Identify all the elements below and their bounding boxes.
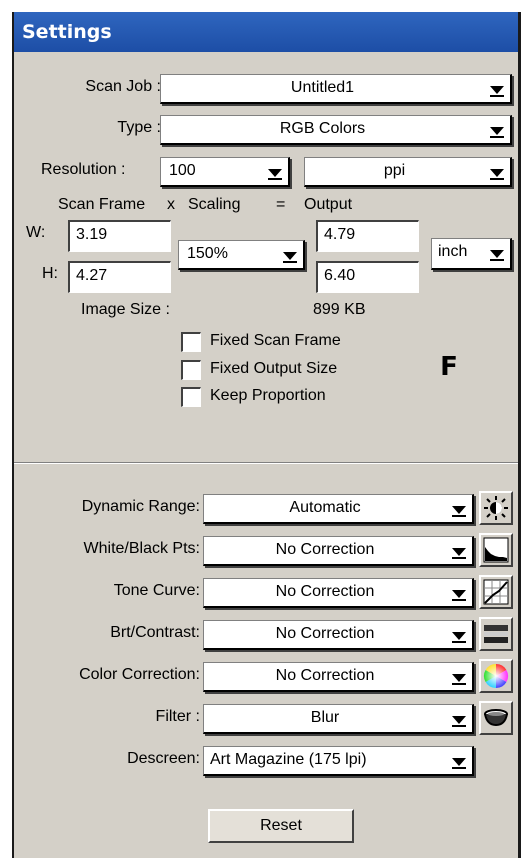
tone-curve-dropdown[interactable]: No Correction xyxy=(203,578,474,608)
descreen-label: Descreen: xyxy=(127,750,200,767)
scan-height-field[interactable]: 4.27 xyxy=(68,261,171,293)
arrow-bar xyxy=(452,599,466,601)
fixed-output-size-label: Fixed Output Size xyxy=(210,360,338,377)
equals-sign: = xyxy=(276,196,286,213)
chevron-down-icon xyxy=(452,758,466,766)
type-value: RGB Colors xyxy=(279,120,366,137)
chevron-down-icon xyxy=(490,250,504,258)
chevron-down-icon xyxy=(490,127,504,135)
brt-contrast-label: Brt/Contrast: xyxy=(110,624,200,641)
resolution-value: 100 xyxy=(169,162,196,179)
arrow-bar xyxy=(452,557,466,559)
arrow-bar xyxy=(268,178,282,180)
color-correction-dropdown[interactable]: No Correction xyxy=(203,662,474,692)
filter-label: Filter : xyxy=(155,708,200,725)
scaling-header: Scaling xyxy=(188,196,241,213)
scaling-dropdown[interactable]: 150% xyxy=(178,240,305,270)
chevron-down-icon xyxy=(490,86,504,94)
tone-curve-value: No Correction xyxy=(275,583,375,600)
descreen-value: Art Magazine (175 lpi) xyxy=(210,751,367,768)
scan-width-field[interactable]: 3.19 xyxy=(68,220,171,252)
settings-panel: Settings Scan Job : Untitled1 Type : RGB… xyxy=(12,12,521,858)
chevron-down-icon xyxy=(452,632,466,640)
resolution-unit-value: ppi xyxy=(383,162,406,179)
scan-frame-header: Scan Frame xyxy=(58,196,146,213)
resolution-unit-dropdown[interactable]: ppi xyxy=(304,157,512,187)
reset-button[interactable]: Reset xyxy=(208,809,354,843)
dynamic-range-value: Automatic xyxy=(289,499,361,516)
chevron-down-icon xyxy=(452,590,466,598)
section-divider xyxy=(14,462,518,464)
tone-curve-label: Tone Curve: xyxy=(113,582,200,599)
scaling-value: 150% xyxy=(187,245,228,262)
white-black-dropdown[interactable]: No Correction xyxy=(203,536,474,566)
color-correction-label: Color Correction: xyxy=(79,666,200,683)
filter-dropdown[interactable]: Blur xyxy=(203,704,474,734)
chevron-down-icon xyxy=(452,716,466,724)
height-label: H: xyxy=(42,265,58,282)
arrow-bar xyxy=(452,683,466,685)
fixed-scan-frame-checkbox[interactable] xyxy=(181,332,201,352)
units-value: inch xyxy=(438,243,468,260)
output-width-field[interactable]: 4.79 xyxy=(316,220,419,252)
arrow-bar xyxy=(283,261,297,263)
window-title: Settings xyxy=(14,12,518,52)
dynamic-range-dropdown[interactable]: Automatic xyxy=(203,494,474,524)
times-sign: x xyxy=(167,196,175,213)
arrow-bar xyxy=(490,95,504,97)
arrow-bar xyxy=(490,136,504,138)
width-label: W: xyxy=(26,224,46,241)
color-wheel-icon[interactable] xyxy=(479,659,513,693)
color-correction-value: No Correction xyxy=(275,667,375,684)
chevron-down-icon xyxy=(268,169,282,177)
keep-proportion-checkbox[interactable] xyxy=(181,387,201,407)
tone-curve-icon[interactable] xyxy=(479,575,513,609)
arrow-bar xyxy=(452,767,466,769)
arrow-bar xyxy=(452,725,466,727)
arrow-bar xyxy=(452,515,466,517)
arrow-bar xyxy=(490,178,504,180)
filter-bowl-icon[interactable] xyxy=(479,701,513,735)
brightness-sun-icon[interactable] xyxy=(479,491,513,525)
chevron-down-icon xyxy=(490,169,504,177)
image-size-value: 899 KB xyxy=(313,301,366,318)
chevron-down-icon xyxy=(283,252,297,260)
arrow-bar xyxy=(452,641,466,643)
filter-value: Blur xyxy=(310,709,340,726)
chevron-down-icon xyxy=(452,674,466,682)
descreen-dropdown[interactable]: Art Magazine (175 lpi) xyxy=(203,746,474,776)
image-size-label: Image Size : xyxy=(81,301,170,318)
output-height-field[interactable]: 6.40 xyxy=(316,261,419,293)
dynamic-range-label: Dynamic Range: xyxy=(81,498,200,515)
contrast-bar-icon[interactable] xyxy=(479,617,513,651)
f-button[interactable]: F xyxy=(432,350,466,384)
units-dropdown[interactable]: inch xyxy=(431,238,512,270)
chevron-down-icon xyxy=(452,548,466,556)
output-header: Output xyxy=(304,196,353,213)
brt-contrast-value: No Correction xyxy=(275,625,375,642)
type-dropdown[interactable]: RGB Colors xyxy=(160,115,512,145)
chevron-down-icon xyxy=(452,506,466,514)
brt-contrast-dropdown[interactable]: No Correction xyxy=(203,620,474,650)
fixed-output-size-checkbox[interactable] xyxy=(181,360,201,380)
keep-proportion-label: Keep Proportion xyxy=(210,387,326,404)
scan-job-label: Scan Job : xyxy=(85,78,161,95)
scan-job-value: Untitled1 xyxy=(290,79,355,96)
white-black-label: White/Black Pts: xyxy=(83,540,200,557)
scan-job-dropdown[interactable]: Untitled1 xyxy=(160,74,512,104)
arrow-bar xyxy=(490,259,504,261)
resolution-label: Resolution : xyxy=(41,161,126,178)
type-label: Type : xyxy=(117,119,161,136)
white-black-value: No Correction xyxy=(275,541,375,558)
histogram-icon[interactable] xyxy=(479,533,513,567)
fixed-scan-frame-label: Fixed Scan Frame xyxy=(210,332,341,349)
resolution-dropdown[interactable]: 100 xyxy=(160,157,290,187)
